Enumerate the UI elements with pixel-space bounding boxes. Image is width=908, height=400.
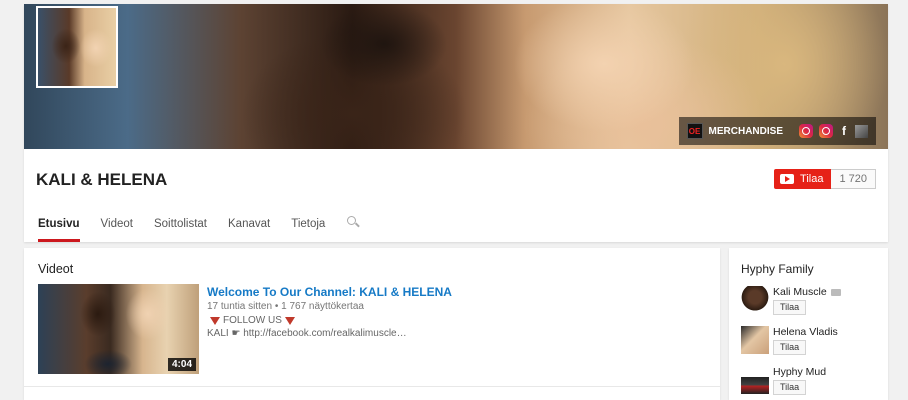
banner-links: OE MERCHANDISE f [678, 117, 876, 145]
instagram-icon[interactable] [819, 124, 833, 138]
subscribe-widget: Tilaa 1 720 [774, 169, 876, 189]
search-icon[interactable] [346, 212, 360, 236]
verified-icon [830, 288, 841, 296]
channel-name[interactable]: Helena Vladis [773, 326, 838, 338]
channel-avatar[interactable] [741, 326, 769, 354]
meta-separator: • [274, 301, 279, 312]
channel-avatar[interactable] [741, 366, 769, 394]
video-thumbnail[interactable]: 4:04 [38, 284, 199, 374]
video-meta: 17 tuntia sitten • 1 767 näyttökertaa [207, 301, 364, 312]
instagram-icon[interactable] [799, 124, 813, 138]
videos-section: Videot 4:04 Welcome To Our Channel: KALI… [24, 248, 720, 400]
related-channels-title: Hyphy Family [741, 262, 814, 276]
facebook-icon[interactable]: f [839, 124, 849, 138]
section-title[interactable]: Videot [38, 262, 73, 276]
video-views: 1 767 näyttökertaa [281, 301, 364, 312]
channel-name[interactable]: Kali Muscle [773, 286, 841, 298]
video-duration: 4:04 [167, 358, 196, 371]
box-icon[interactable] [855, 124, 868, 138]
related-channel-item: Kali Muscle Tilaa [741, 286, 881, 322]
subscribe-button[interactable]: Tilaa [773, 380, 807, 395]
channel-name-text: Kali Muscle [773, 286, 827, 298]
subscribe-button[interactable]: Tilaa [773, 340, 807, 355]
video-age: 17 tuntia sitten [207, 301, 273, 312]
related-channels: Hyphy Family Kali Muscle Tilaa Helena Vl… [729, 248, 888, 400]
tab-videos[interactable]: Videot [101, 212, 133, 242]
youtube-icon [780, 174, 795, 184]
channel-header: OE MERCHANDISE f KALI & HELENA Tilaa 1 7… [24, 4, 888, 242]
merchandise-icon[interactable]: OE [686, 123, 703, 139]
tab-channels[interactable]: Kanavat [228, 212, 270, 242]
video-description-line2: KALI ☛ http://facebook.com/realkalimuscl… [207, 328, 407, 339]
merchandise-link[interactable]: MERCHANDISE [709, 126, 783, 137]
channel-avatar[interactable] [741, 286, 769, 314]
subscribe-label: Tilaa [800, 173, 824, 185]
tab-about[interactable]: Tietoja [291, 212, 325, 242]
channel-banner: OE MERCHANDISE f [24, 4, 888, 149]
channel-title: KALI & HELENA [36, 170, 168, 189]
description-follow: FOLLOW US [223, 315, 282, 326]
down-triangle-icon [284, 316, 295, 325]
channel-name[interactable]: Hyphy Mud [773, 366, 826, 378]
subscribe-button[interactable]: Tilaa [774, 169, 832, 189]
subscriber-count: 1 720 [831, 169, 876, 189]
video-title-link[interactable]: Welcome To Our Channel: KALI & HELENA [207, 285, 452, 299]
divider [24, 386, 720, 387]
down-triangle-icon [210, 316, 220, 325]
video-description-line1: FOLLOW US [207, 315, 298, 326]
related-channel-item: Helena Vladis Tilaa [741, 326, 881, 362]
tab-playlists[interactable]: Soittolistat [154, 212, 207, 242]
subscribe-button[interactable]: Tilaa [773, 300, 807, 315]
tab-home[interactable]: Etusivu [38, 212, 80, 242]
related-channel-item: Hyphy Mud Tilaa [741, 366, 881, 400]
channel-tabs: Etusivu Videot Soittolistat Kanavat Tiet… [24, 212, 360, 242]
channel-avatar[interactable] [36, 6, 118, 88]
